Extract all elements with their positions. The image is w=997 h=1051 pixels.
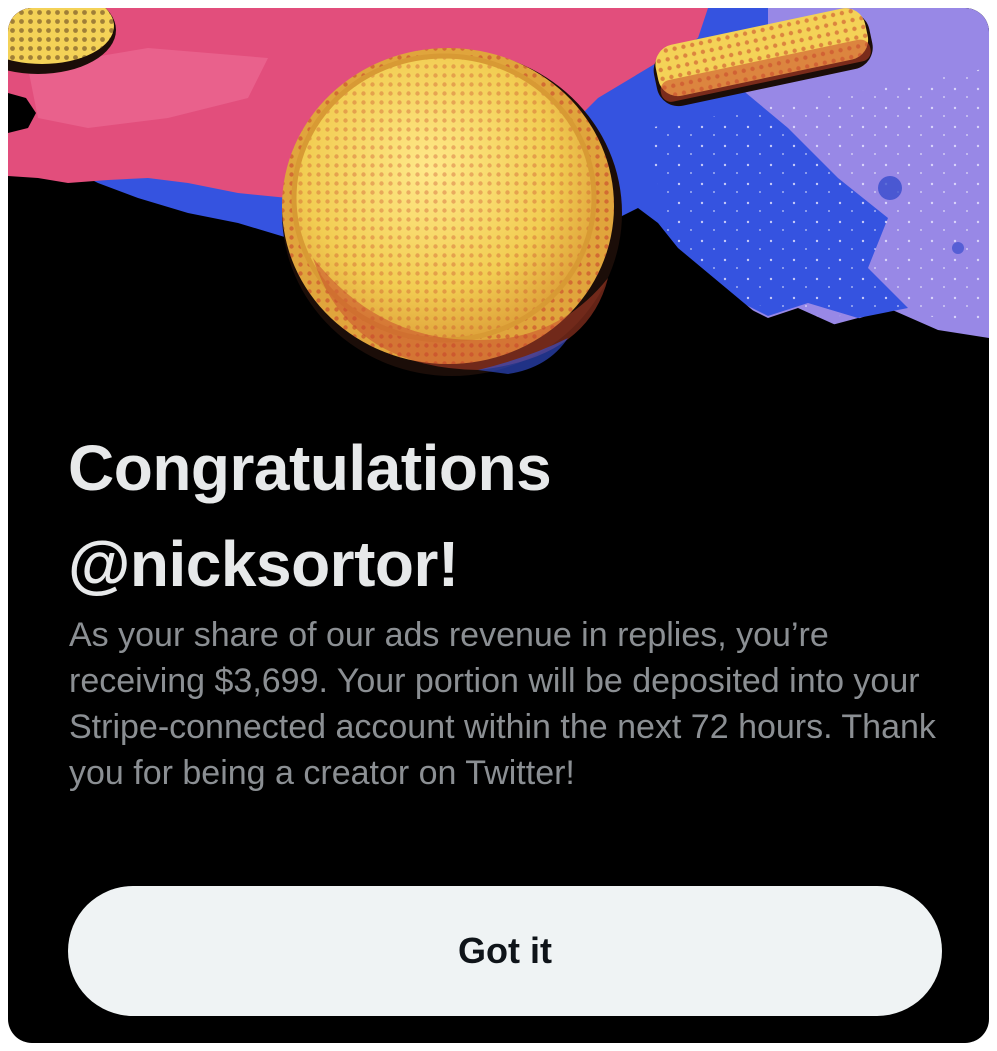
congratulations-title: Congratulations @nicksortor! [68, 420, 948, 612]
got-it-button[interactable]: Got it [68, 886, 942, 1016]
coins-illustration [8, 8, 989, 388]
revenue-message: As your share of our ads revenue in repl… [69, 616, 936, 792]
title-line-greeting: Congratulations [68, 432, 552, 504]
revenue-dialog: Congratulations @nicksortor! As your sha… [8, 8, 989, 1043]
title-line-username: @nicksortor! [68, 528, 459, 600]
